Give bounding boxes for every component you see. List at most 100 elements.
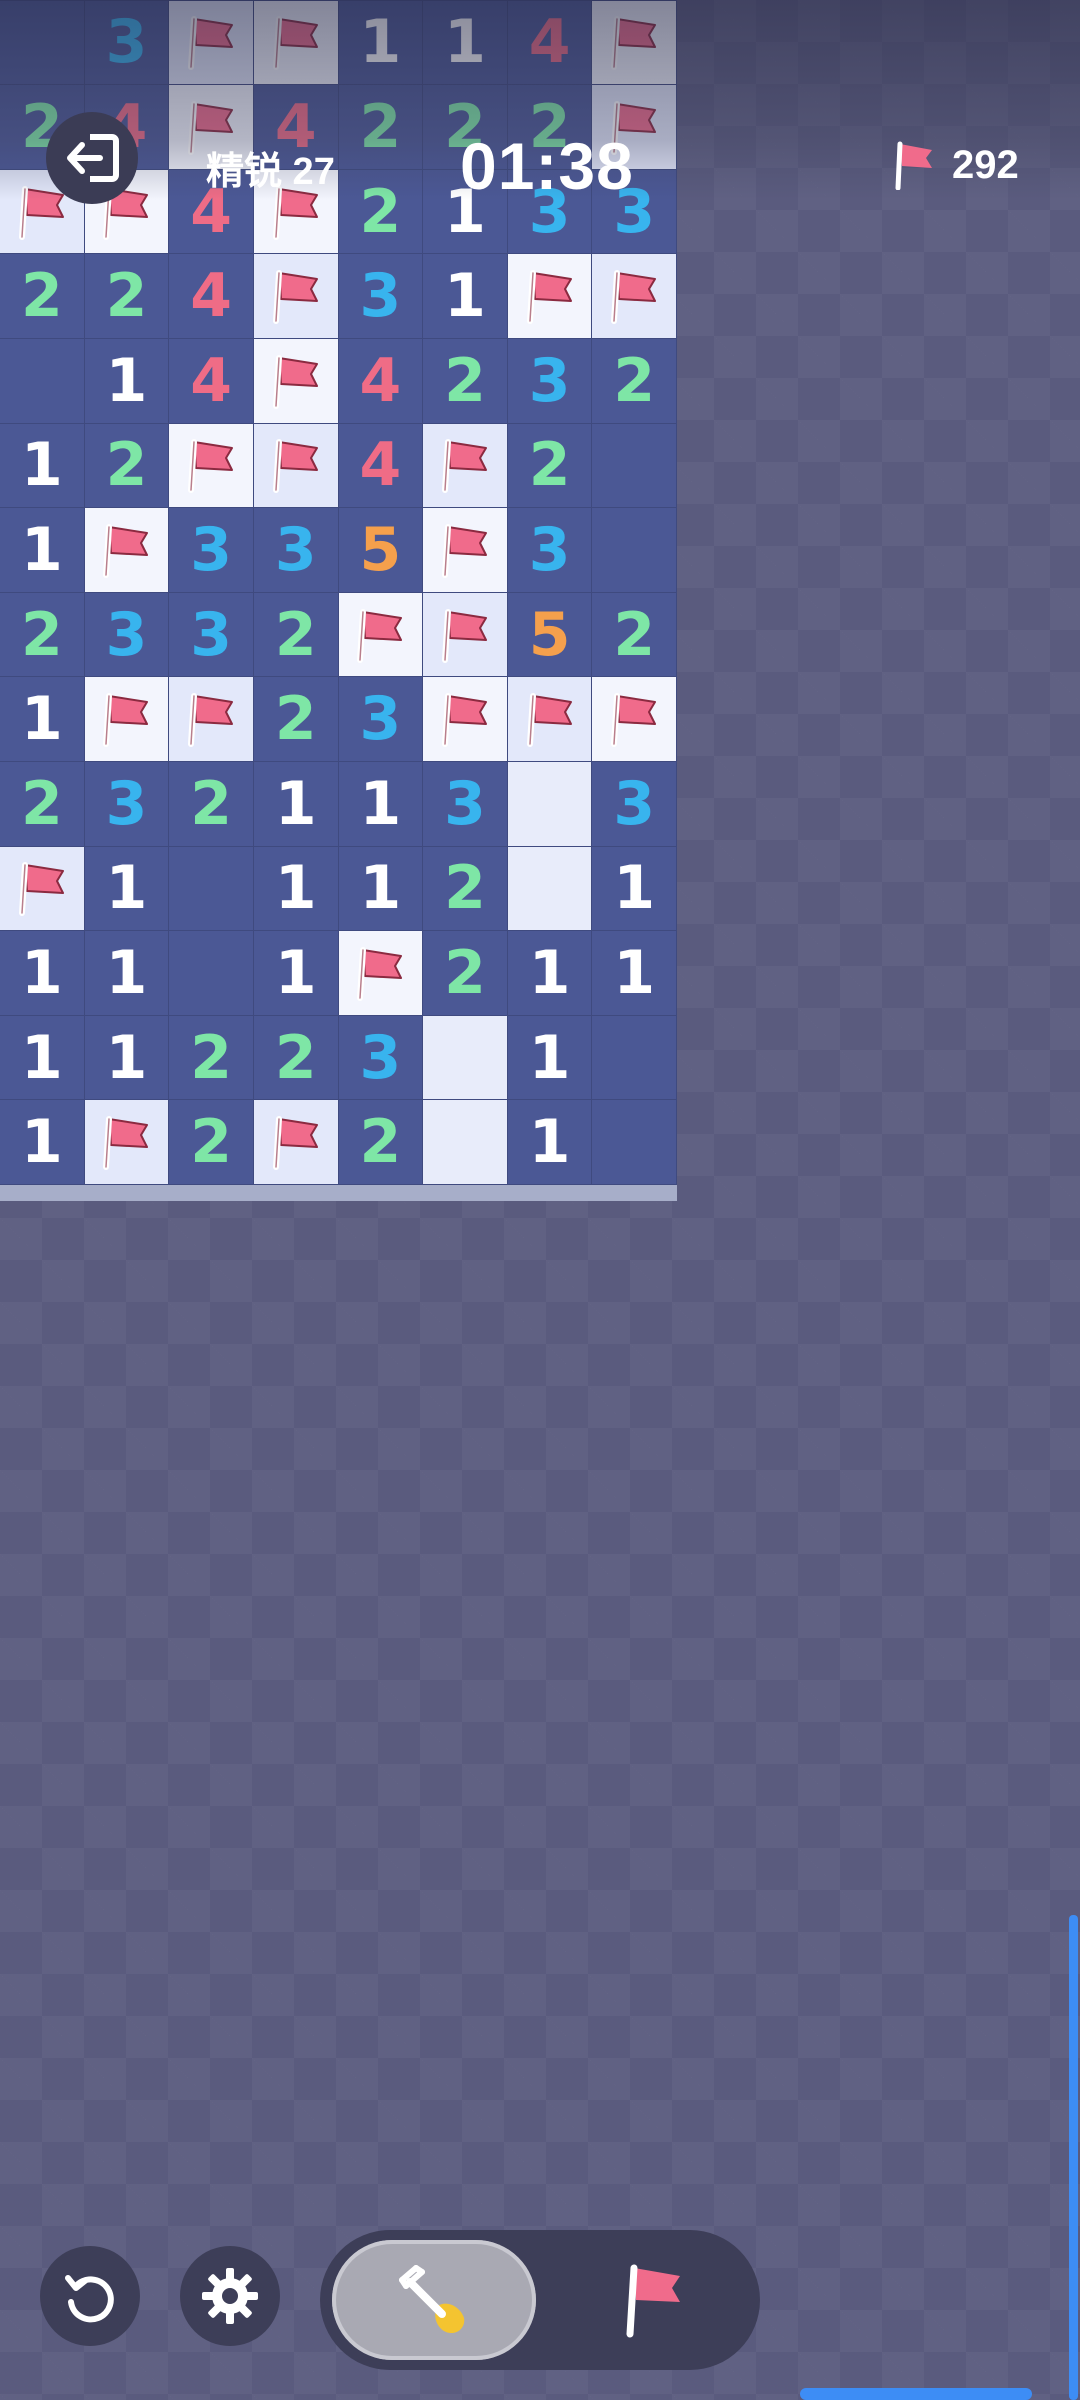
flagged-cell[interactable]: [253, 254, 339, 339]
number-cell[interactable]: 2: [0, 254, 85, 339]
flagged-cell[interactable]: [507, 677, 593, 762]
number-cell[interactable]: 1: [592, 931, 677, 1016]
flag-icon: [357, 608, 403, 663]
scroll-indicator: [1069, 1915, 1078, 2400]
flagged-cell[interactable]: [423, 677, 508, 762]
flagged-cell[interactable]: [253, 338, 339, 424]
exit-button[interactable]: [46, 112, 138, 204]
flagged-cell[interactable]: [338, 592, 424, 678]
empty-cell[interactable]: [0, 338, 85, 424]
number-cell[interactable]: 2: [423, 931, 508, 1016]
number-cell[interactable]: 2: [253, 677, 339, 762]
settings-button[interactable]: [180, 2246, 280, 2346]
empty-cell[interactable]: [592, 1100, 677, 1185]
flag-mode-button[interactable]: [580, 2240, 730, 2360]
number-cell[interactable]: 1: [84, 338, 170, 424]
empty-cell[interactable]: [592, 1015, 677, 1101]
mode-toggle[interactable]: [320, 2230, 760, 2370]
number-cell[interactable]: 1: [0, 677, 85, 762]
empty-cell[interactable]: [169, 846, 254, 932]
number-cell[interactable]: 1: [0, 508, 85, 593]
number-cell[interactable]: 2: [423, 338, 508, 424]
empty-cell[interactable]: [169, 931, 254, 1016]
number-cell[interactable]: 1: [253, 761, 339, 847]
number-cell[interactable]: 3: [169, 508, 254, 593]
number-cell[interactable]: 3: [338, 1015, 424, 1101]
number-cell[interactable]: 1: [0, 1015, 85, 1101]
flagged-cell[interactable]: [338, 931, 424, 1016]
number-cell[interactable]: 1: [338, 846, 424, 932]
flagged-cell[interactable]: [423, 423, 508, 509]
dig-mode-button[interactable]: [332, 2240, 536, 2360]
number-cell[interactable]: 1: [507, 1100, 593, 1185]
number-cell[interactable]: 4: [338, 423, 424, 509]
number-cell[interactable]: 4: [338, 338, 424, 424]
number-cell[interactable]: 1: [507, 1015, 593, 1101]
number-cell[interactable]: 1: [0, 423, 85, 509]
flag-icon: [103, 523, 149, 578]
flagged-cell[interactable]: [169, 423, 254, 509]
number-cell[interactable]: 2: [84, 423, 170, 509]
number-cell[interactable]: 2: [169, 761, 254, 847]
number-cell[interactable]: 1: [507, 931, 593, 1016]
number-cell[interactable]: 3: [84, 592, 170, 678]
number-cell[interactable]: 1: [253, 931, 339, 1016]
unrevealed-cell[interactable]: [507, 761, 593, 847]
flagged-cell[interactable]: [253, 423, 339, 509]
number-cell[interactable]: 3: [338, 677, 424, 762]
flagged-cell[interactable]: [423, 508, 508, 593]
number-cell[interactable]: 2: [0, 592, 85, 678]
number-cell[interactable]: 2: [592, 592, 677, 678]
number-cell[interactable]: 1: [84, 1015, 170, 1101]
number-cell[interactable]: 2: [253, 592, 339, 678]
number-cell[interactable]: 3: [507, 508, 593, 593]
flagged-cell[interactable]: [84, 1100, 170, 1185]
number-cell[interactable]: 2: [169, 1100, 254, 1185]
empty-cell[interactable]: [592, 423, 677, 509]
flagged-cell[interactable]: [0, 846, 85, 932]
number-cell[interactable]: 5: [338, 508, 424, 593]
flagged-cell[interactable]: [592, 254, 677, 339]
number-cell[interactable]: 4: [169, 254, 254, 339]
flagged-cell[interactable]: [84, 677, 170, 762]
flag-icon: [103, 1116, 149, 1171]
number-cell[interactable]: 3: [338, 254, 424, 339]
number-cell[interactable]: 3: [592, 761, 677, 847]
unrevealed-cell[interactable]: [423, 1015, 508, 1101]
flagged-cell[interactable]: [169, 677, 254, 762]
number-cell[interactable]: 1: [84, 931, 170, 1016]
number-cell[interactable]: 3: [169, 592, 254, 678]
number-cell[interactable]: 2: [338, 1100, 424, 1185]
flag-icon: [18, 862, 64, 917]
unrevealed-cell[interactable]: [423, 1100, 508, 1185]
number-cell[interactable]: 2: [169, 1015, 254, 1101]
number-cell[interactable]: 2: [84, 254, 170, 339]
number-cell[interactable]: 3: [84, 761, 170, 847]
number-cell[interactable]: 5: [507, 592, 593, 678]
flag-icon: [895, 141, 932, 190]
unrevealed-cell[interactable]: [507, 846, 593, 932]
number-cell[interactable]: 1: [0, 1100, 85, 1185]
number-cell[interactable]: 3: [507, 338, 593, 424]
flagged-cell[interactable]: [592, 677, 677, 762]
number-cell[interactable]: 1: [592, 846, 677, 932]
number-cell[interactable]: 1: [338, 761, 424, 847]
number-cell[interactable]: 2: [423, 846, 508, 932]
flagged-cell[interactable]: [507, 254, 593, 339]
flagged-cell[interactable]: [84, 508, 170, 593]
number-cell[interactable]: 2: [507, 423, 593, 509]
undo-button[interactable]: [40, 2246, 140, 2346]
number-cell[interactable]: 2: [0, 761, 85, 847]
number-cell[interactable]: 4: [169, 338, 254, 424]
empty-cell[interactable]: [592, 508, 677, 593]
number-cell[interactable]: 2: [253, 1015, 339, 1101]
flagged-cell[interactable]: [423, 592, 508, 678]
number-cell[interactable]: 1: [253, 846, 339, 932]
number-cell[interactable]: 3: [253, 508, 339, 593]
number-cell[interactable]: 1: [0, 931, 85, 1016]
number-cell[interactable]: 3: [423, 761, 508, 847]
flagged-cell[interactable]: [253, 1100, 339, 1185]
number-cell[interactable]: 1: [84, 846, 170, 932]
number-cell[interactable]: 1: [423, 254, 508, 339]
number-cell[interactable]: 2: [592, 338, 677, 424]
